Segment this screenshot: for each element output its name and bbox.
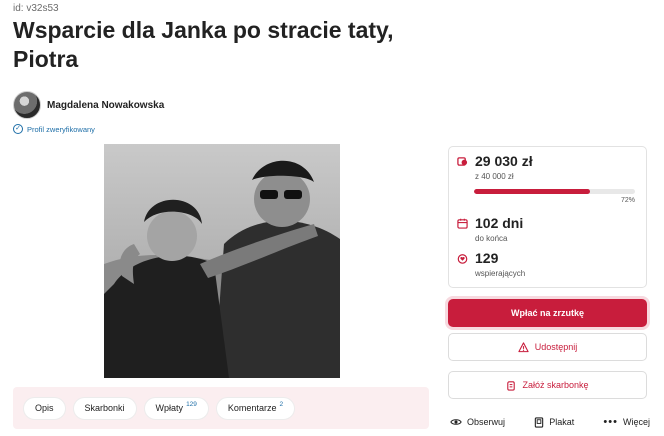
tab-opis[interactable]: Opis (23, 396, 66, 420)
tabs-bar: Opis Skarbonki Wpłaty 129 Komentarze 2 (13, 387, 429, 429)
donate-label: Wpłać na zrzutkę (510, 308, 584, 318)
piggy-bank-icon (507, 380, 516, 391)
calendar-icon (457, 218, 468, 229)
raised-amount: 29 030 zł (475, 153, 533, 169)
supporters-icon (457, 254, 468, 264)
author-block[interactable]: Magdalena Nowakowska (13, 91, 164, 119)
tab-komentarze[interactable]: Komentarze 2 (215, 396, 296, 420)
photo-illustration (104, 144, 340, 378)
supporters-count: 129 (475, 250, 499, 266)
check-circle-icon: ✓ (13, 124, 23, 134)
bottom-actions: Obserwuj Plakat ••• Więcej (450, 413, 650, 431)
progress-bar (474, 189, 635, 194)
progress-fill (474, 189, 590, 194)
share-button[interactable]: Udostępnij (448, 333, 647, 361)
stats-card: 29 030 zł z 40 000 zł 72% 102 dni do koń… (448, 146, 647, 288)
days-left-label: do końca (475, 234, 508, 243)
create-box-button[interactable]: Załóż skarbonkę (448, 371, 647, 399)
tab-label: Wpłaty (155, 402, 184, 413)
tab-count: 2 (279, 400, 284, 408)
tab-label: Skarbonki (84, 402, 125, 413)
tab-label: Komentarze (227, 402, 277, 413)
campaign-id: id: v32s53 (13, 3, 59, 14)
donate-button[interactable]: Wpłać na zrzutkę (448, 299, 647, 327)
create-box-label: Załóż skarbonkę (522, 380, 589, 390)
raised-stat: 29 030 zł z 40 000 zł (457, 153, 533, 182)
share-label: Udostępnij (534, 342, 578, 352)
verified-label: Profil zweryfikowany (27, 124, 95, 134)
poster-button[interactable]: Plakat (534, 416, 575, 428)
poster-icon (534, 416, 544, 428)
verified-badge: ✓ Profil zweryfikowany (13, 124, 95, 134)
progress-percent: 72% (620, 197, 635, 204)
poster-label: Plakat (549, 417, 575, 427)
days-left: 102 dni (475, 215, 524, 231)
page-title: Wsparcie dla Janka po stracie taty, Piot… (13, 17, 394, 72)
goal-amount: z 40 000 zł (475, 172, 514, 181)
tab-skarbonki[interactable]: Skarbonki (72, 396, 137, 420)
author-name[interactable]: Magdalena Nowakowska (47, 100, 164, 111)
more-button[interactable]: ••• Więcej (603, 416, 650, 428)
tab-wplaty[interactable]: Wpłaty 129 (143, 396, 209, 420)
tab-label: Opis (35, 402, 54, 413)
more-dots-icon: ••• (603, 416, 618, 428)
tab-count: 129 (186, 400, 197, 408)
coins-icon (457, 157, 468, 166)
days-stat: 102 dni do końca (457, 215, 523, 244)
avatar[interactable] (13, 91, 41, 119)
watch-label: Obserwuj (467, 417, 506, 427)
campaign-photo (104, 144, 340, 378)
watch-button[interactable]: Obserwuj (450, 417, 505, 427)
supporters-label: wspierających (475, 269, 526, 278)
supporters-stat: 129 wspierających (457, 250, 525, 279)
eye-icon (450, 419, 462, 425)
warning-icon (518, 341, 529, 352)
more-label: Więcej (622, 417, 650, 427)
